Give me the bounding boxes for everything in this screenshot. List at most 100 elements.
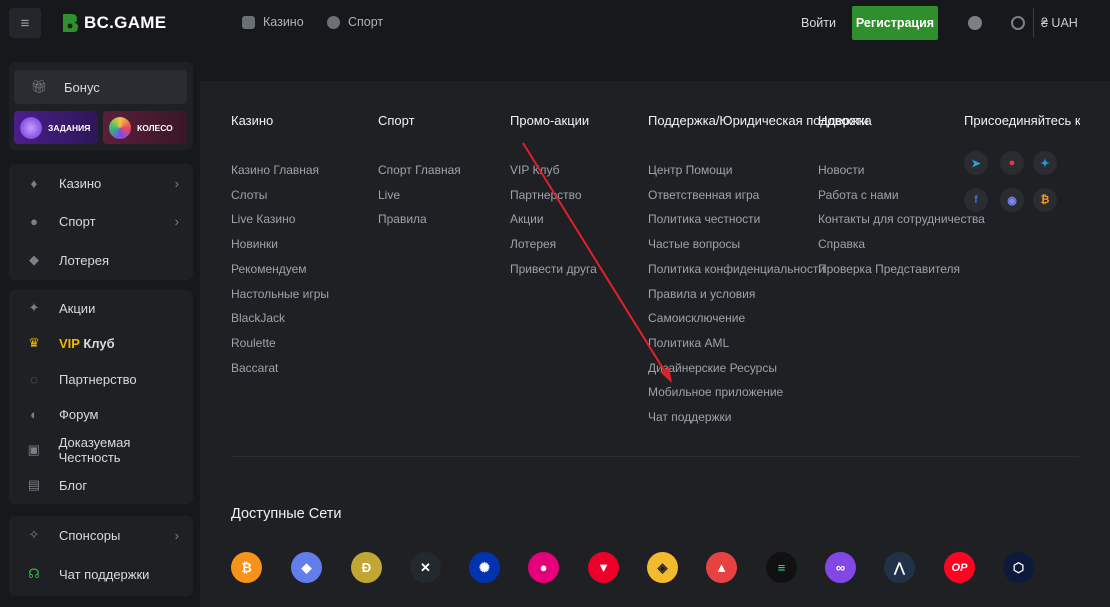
solana-icon: ≡: [766, 552, 797, 583]
footer-link[interactable]: Настольные игры: [231, 287, 329, 301]
headset-icon: ☊: [28, 566, 40, 581]
footer-link[interactable]: Чат поддержки: [648, 410, 731, 424]
sidebar-item-casino[interactable]: ♦ Казино ›: [9, 166, 193, 200]
optimism-icon: OP: [944, 552, 975, 583]
footer-link[interactable]: Baccarat: [231, 361, 278, 375]
partner-icon: ◌: [30, 371, 38, 387]
login-button[interactable]: Войти: [801, 16, 836, 30]
chevron-right-icon: ›: [174, 175, 179, 191]
sidebar-item-label: Лотерея: [59, 252, 110, 268]
footer-link[interactable]: Live Казино: [231, 212, 295, 226]
footer-link[interactable]: Политика конфиденциальности: [648, 262, 825, 276]
footer-link[interactable]: Акции: [510, 212, 544, 226]
sidebar-item-label: VIP Клуб: [59, 336, 115, 351]
sponsors-icon: ✧: [28, 527, 40, 542]
footer-link[interactable]: Live: [378, 188, 400, 202]
casino-icon: ♦: [30, 175, 38, 191]
footer-link[interactable]: Казино Главная: [231, 163, 319, 177]
footer-link[interactable]: Привести друга: [510, 262, 597, 276]
currency-selector[interactable]: ₴ UAH: [1033, 8, 1078, 38]
footer-link[interactable]: Контакты для сотрудничества: [818, 212, 985, 226]
sidebar-item-support-chat[interactable]: ☊ Чат поддержки: [9, 557, 193, 591]
footer-link[interactable]: Работа с нами: [818, 188, 899, 202]
sidebar-item-fairness[interactable]: ▣ Доказуемая Честность: [9, 433, 193, 467]
sidebar-item-blog[interactable]: ▤ Блог: [9, 468, 193, 502]
sidebar-item-forum[interactable]: ◐ Форум: [9, 397, 193, 431]
footer-link[interactable]: Политика AML: [648, 336, 729, 350]
ethereum-icon: ◆: [291, 552, 322, 583]
footer-link[interactable]: Спорт Главная: [378, 163, 461, 177]
polkadot-icon: ●: [528, 552, 559, 583]
bnb-icon: ◈: [647, 552, 678, 583]
menu-toggle-button[interactable]: ≡: [9, 8, 41, 38]
footer-link[interactable]: Частые вопросы: [648, 237, 740, 251]
bitcoin-icon[interactable]: ₿: [1033, 188, 1057, 212]
footer-link[interactable]: Политика честности: [648, 212, 760, 226]
tron-icon: ▼: [588, 552, 619, 583]
sidebar-item-partnership[interactable]: ◌ Партнерство: [9, 362, 193, 396]
footer-link[interactable]: Правила и условия: [648, 287, 755, 301]
forum-icon: ◐: [30, 406, 38, 422]
footer-link[interactable]: Лотерея: [510, 237, 556, 251]
nav-label: Казино: [263, 15, 304, 29]
footer-link[interactable]: Дизайнерские Ресурсы: [648, 361, 777, 375]
footer-link[interactable]: Партнерство: [510, 188, 582, 202]
support-group: ✧ Спонсоры › ☊ Чат поддержки: [9, 516, 193, 596]
facebook-icon[interactable]: f: [964, 188, 988, 212]
cardano-icon: ✺: [469, 552, 500, 583]
footer-link[interactable]: Проверка Представителя: [818, 262, 960, 276]
gift-icon: 🎁︎: [30, 79, 48, 94]
sidebar-item-label: Спонсоры: [59, 527, 121, 543]
sidebar-item-label: Казино: [59, 175, 102, 191]
vip-prefix: VIP: [59, 335, 80, 351]
github-icon[interactable]: ●: [1000, 151, 1024, 175]
footer-col-title: Присоединяйтесь к нам: [964, 113, 1080, 128]
logo-text: BC.GAME: [84, 13, 167, 32]
footer-link[interactable]: Roulette: [231, 336, 276, 350]
chat-icon[interactable]: [968, 16, 982, 30]
sidebar-item-promotions[interactable]: ✦ Акции: [9, 291, 193, 325]
blog-icon: ▤: [27, 477, 41, 492]
sidebar-item-lottery[interactable]: ◆ Лотерея: [9, 243, 193, 277]
wheel-label: КОЛЕСО: [137, 122, 173, 133]
nav-label: Спорт: [348, 15, 384, 29]
games-group: ♦ Казино › ● Спорт › ◆ Лотерея: [9, 164, 193, 280]
footer-col-title: Спорт: [378, 113, 415, 128]
community-group: ✦ Акции ♛ VIP Клуб ◌ Партнерство ◐ Форум…: [9, 290, 193, 504]
discord-icon[interactable]: ◉: [1000, 188, 1024, 212]
sidebar-item-label: Чат поддержки: [59, 566, 150, 582]
register-button[interactable]: Регистрация: [852, 6, 938, 40]
footer-link-mobile-app[interactable]: Мобильное приложение: [648, 385, 783, 399]
footer-link[interactable]: Центр Помощи: [648, 163, 732, 177]
wheel-icon: [109, 116, 131, 139]
sidebar-item-sport[interactable]: ● Спорт ›: [9, 204, 193, 238]
footer-link[interactable]: VIP Клуб: [510, 163, 559, 177]
globe-icon[interactable]: [1011, 16, 1025, 30]
nav-sport[interactable]: Спорт: [327, 15, 383, 29]
wheel-promo-button[interactable]: КОЛЕСО: [103, 111, 187, 144]
sidebar-item-label: Спорт: [59, 213, 96, 229]
footer-link[interactable]: Слоты: [231, 188, 267, 202]
footer-link[interactable]: Новости: [818, 163, 864, 177]
logo[interactable]: BC.GAME: [60, 12, 166, 34]
footer-link[interactable]: Правила: [378, 212, 427, 226]
tasks-icon: [20, 116, 42, 139]
sidebar-item-vip-club[interactable]: ♛ VIP Клуб: [9, 326, 193, 360]
lottery-icon: ◆: [29, 252, 39, 267]
telegram-icon[interactable]: ➤: [964, 151, 988, 175]
footer-link[interactable]: Новинки: [231, 237, 278, 251]
footer-link[interactable]: Самоисключение: [648, 311, 745, 325]
sidebar-item-label: Партнерство: [59, 371, 137, 387]
footer-link[interactable]: BlackJack: [231, 311, 285, 325]
footer-link[interactable]: Рекомендуем: [231, 262, 307, 276]
footer-link[interactable]: Ответственная игра: [648, 188, 759, 202]
sidebar-item-sponsors[interactable]: ✧ Спонсоры ›: [9, 518, 193, 552]
promo-icon: ✦: [28, 300, 40, 315]
dogecoin-icon: Ð: [351, 552, 382, 583]
twitter-icon[interactable]: ✦: [1033, 151, 1057, 175]
tasks-promo-button[interactable]: ЗАДАНИЯ: [14, 111, 98, 144]
avalanche-icon: ▲: [706, 552, 737, 583]
nav-casino[interactable]: Казино: [242, 15, 304, 29]
bonus-button[interactable]: 🎁︎ Бонус: [14, 70, 187, 104]
footer-link[interactable]: Справка: [818, 237, 865, 251]
